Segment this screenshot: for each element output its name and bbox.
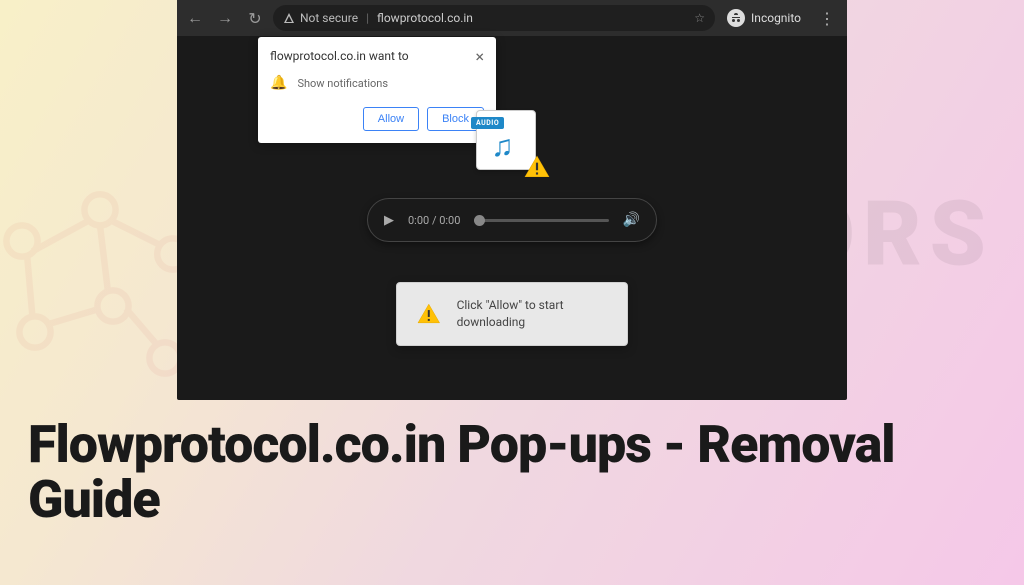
audio-tag: AUDIO	[471, 117, 504, 129]
play-icon[interactable]: ▶	[384, 213, 394, 228]
warning-icon	[283, 12, 295, 24]
bell-icon: 🔔	[270, 75, 287, 91]
browser-window: ← → ↻ Not secure | flowprotocol.co.in ☆ …	[177, 0, 847, 400]
audio-time: 0:00 / 0:00	[408, 214, 460, 227]
permission-title: flowprotocol.co.in want to	[270, 49, 409, 63]
security-label: Not secure	[300, 11, 358, 25]
allow-prompt-box: Click "Allow" to start downloading	[396, 282, 628, 346]
audio-file-icon: AUDIO ♫	[476, 110, 548, 178]
incognito-icon	[727, 9, 745, 27]
security-indicator[interactable]: Not secure	[283, 11, 358, 25]
back-button[interactable]: ←	[183, 6, 207, 30]
url-text: flowprotocol.co.in	[377, 11, 473, 25]
incognito-label: Incognito	[751, 11, 801, 25]
warning-triangle-icon	[417, 300, 441, 328]
incognito-indicator[interactable]: Incognito	[721, 9, 807, 27]
audio-player[interactable]: ▶ 0:00 / 0:00 🔊	[367, 198, 657, 242]
browser-toolbar: ← → ↻ Not secure | flowprotocol.co.in ☆ …	[177, 0, 847, 36]
forward-button[interactable]: →	[213, 6, 237, 30]
reload-button[interactable]: ↻	[243, 6, 267, 30]
address-bar[interactable]: Not secure | flowprotocol.co.in ☆	[273, 5, 715, 31]
close-icon[interactable]: ×	[475, 49, 484, 65]
menu-button[interactable]: ⋮	[813, 9, 841, 28]
music-note-icon: ♫	[491, 129, 514, 164]
progress-bar[interactable]	[474, 219, 608, 222]
permission-message: Show notifications	[297, 77, 388, 90]
url-separator: |	[366, 11, 369, 25]
allow-prompt-text: Click "Allow" to start downloading	[457, 297, 607, 331]
page-content: AUDIO ♫ ▶ 0:00 / 0:00 🔊 Click "Allow" to…	[177, 100, 847, 400]
article-headline: Flowprotocol.co.in Pop-ups - Removal Gui…	[28, 418, 994, 527]
bookmark-icon[interactable]: ☆	[694, 11, 705, 25]
volume-icon[interactable]: 🔊	[623, 212, 640, 228]
warning-badge-icon	[524, 154, 550, 180]
